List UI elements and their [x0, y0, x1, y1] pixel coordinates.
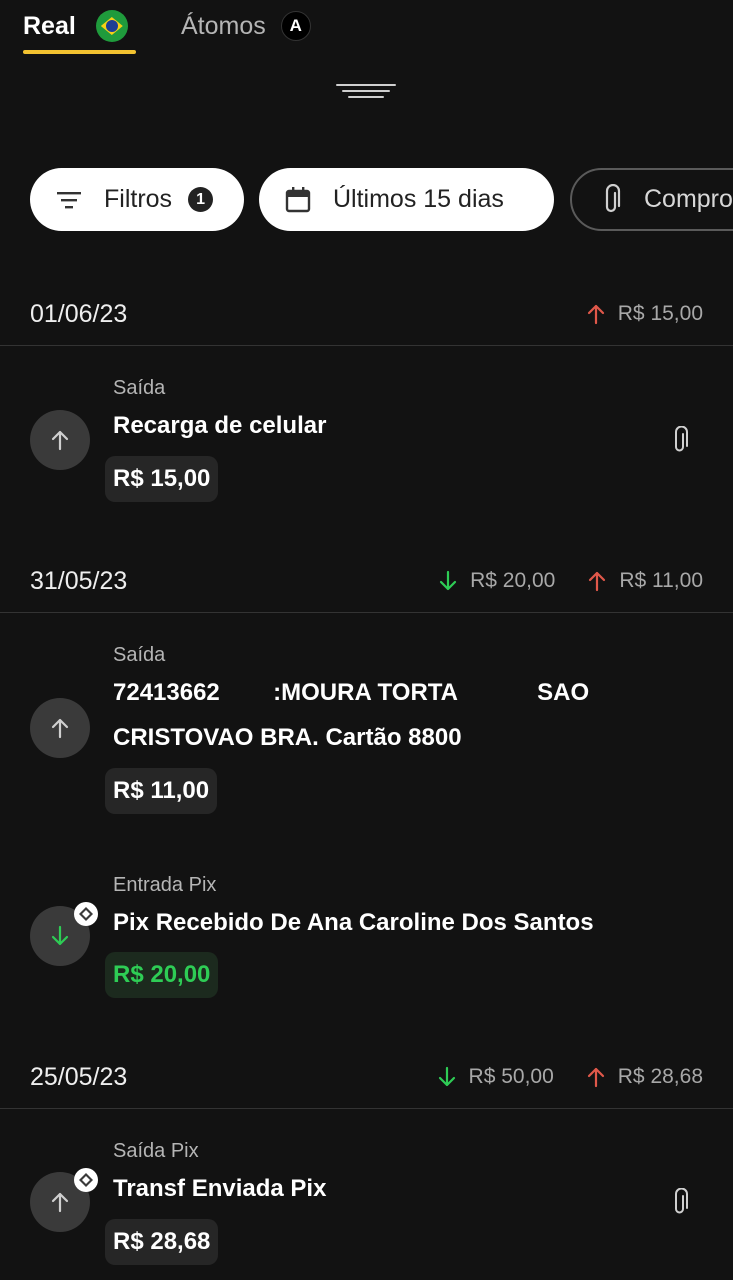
arrow-up-icon [51, 1192, 69, 1213]
day-total-in: R$ 50,00 [437, 1065, 554, 1089]
period-chip[interactable]: Últimos 15 dias [259, 168, 554, 231]
filter-chips: Filtros 1 Últimos 15 dias Compro [0, 168, 733, 232]
arrow-down-icon [51, 925, 69, 946]
filters-count-badge: 1 [188, 187, 214, 212]
transaction-type: Saída [113, 644, 166, 666]
date-label: 01/06/23 [30, 300, 128, 328]
transaction-description: Pix Recebido De Ana Caroline Dos Santos [113, 909, 594, 936]
calendar-icon [283, 186, 313, 214]
arrow-down-icon [438, 1066, 455, 1087]
transaction-description-line2: CRISTOVAO BRA. Cartão 8800 [113, 724, 462, 751]
arrow-up-icon [587, 1067, 604, 1088]
tab-atomos[interactable]: Átomos A [181, 8, 311, 44]
receipt-label: Compro [644, 185, 733, 213]
transaction-type: Saída [113, 377, 166, 399]
transaction-item[interactable]: Saída Pix Transf Enviada Pix R$ 28,68 [0, 1110, 733, 1280]
date-label: 25/05/23 [30, 1063, 128, 1091]
transaction-item[interactable]: Saída 72413662 :MOURA TORTA SAO CRISTOVA… [0, 614, 733, 834]
date-header: 01/06/23 R$ 15,00 [0, 278, 733, 346]
day-total-out: R$ 28,68 [586, 1065, 703, 1089]
transaction-amount: R$ 11,00 [105, 768, 218, 814]
transaction-description: Recarga de celular [113, 412, 327, 439]
tab-real[interactable]: Real [23, 8, 128, 44]
transaction-direction-badge [30, 902, 98, 966]
filters-chip[interactable]: Filtros 1 [30, 168, 244, 231]
transaction-description-line1: 72413662 :MOURA TORTA SAO [113, 679, 590, 706]
paperclip-icon[interactable] [668, 1186, 692, 1220]
paperclip-icon [596, 183, 626, 216]
arrow-up-icon [589, 571, 606, 592]
tab-atomos-label: Átomos [181, 11, 266, 40]
date-header: 31/05/23 R$ 20,00 R$ 11,00 [0, 545, 733, 613]
currency-tabs: Real Átomos A [0, 0, 733, 60]
arrow-up-icon [587, 304, 604, 325]
paperclip-icon[interactable] [668, 424, 692, 458]
transaction-amount: R$ 28,68 [105, 1219, 219, 1265]
date-label: 31/05/23 [30, 567, 128, 595]
transaction-direction-badge [30, 1168, 98, 1232]
period-label: Últimos 15 dias [333, 185, 504, 213]
receipt-chip[interactable]: Compro [570, 168, 733, 231]
day-totals: R$ 15,00 [554, 302, 703, 326]
day-total-out: R$ 11,00 [587, 569, 703, 593]
arrow-up-icon [51, 718, 69, 739]
day-total-in: R$ 20,00 [438, 569, 555, 593]
arrow-down-icon [439, 570, 457, 591]
active-tab-indicator [23, 50, 136, 54]
day-totals: R$ 50,00 R$ 28,68 [405, 1065, 703, 1089]
transaction-type: Saída Pix [113, 1140, 199, 1162]
transaction-item[interactable]: Entrada Pix Pix Recebido De Ana Caroline… [0, 844, 733, 1034]
pix-icon [74, 1168, 98, 1192]
transaction-direction-badge [30, 698, 90, 758]
filters-label: Filtros [104, 185, 173, 213]
transaction-amount: R$ 15,00 [105, 456, 219, 502]
transaction-amount: R$ 20,00 [105, 952, 219, 998]
transaction-direction-badge [30, 410, 90, 470]
day-total-out: R$ 15,00 [586, 302, 703, 326]
day-totals: R$ 20,00 R$ 11,00 [406, 569, 703, 593]
filter-icon [54, 190, 84, 210]
tab-real-label: Real [23, 11, 76, 40]
pix-icon [74, 902, 98, 926]
date-header: 25/05/23 R$ 50,00 R$ 28,68 [0, 1041, 733, 1109]
drag-handle[interactable] [336, 84, 396, 104]
transaction-item[interactable]: Saída Recarga de celular R$ 15,00 [0, 347, 733, 537]
transaction-description: Transf Enviada Pix [113, 1175, 327, 1202]
atom-coin-icon: A [280, 11, 311, 41]
brazil-flag-icon [95, 10, 128, 42]
arrow-up-icon [51, 430, 69, 451]
transaction-type: Entrada Pix [113, 874, 217, 896]
